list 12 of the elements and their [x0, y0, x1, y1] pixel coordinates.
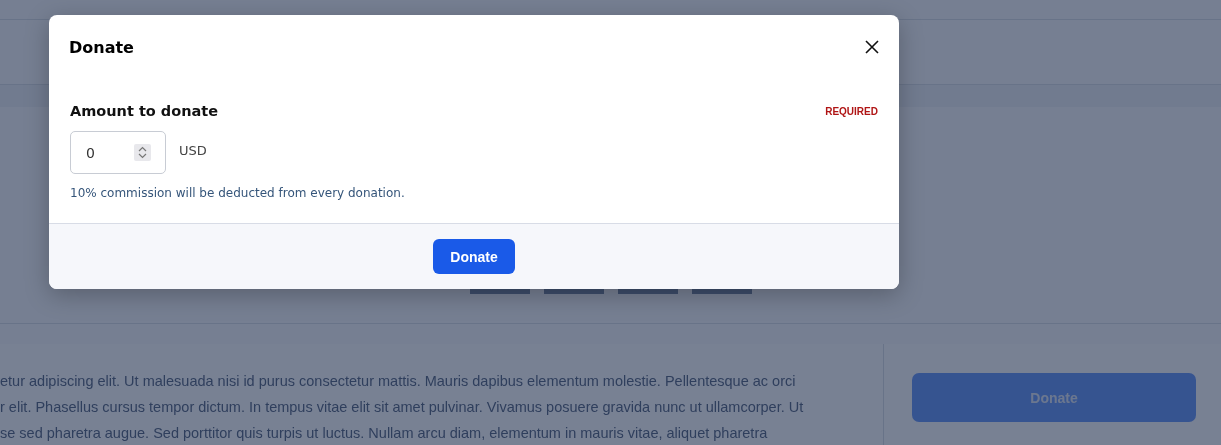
donate-button[interactable]: Donate	[433, 239, 515, 274]
dialog-title: Donate	[69, 37, 134, 57]
spinner-icon[interactable]	[134, 144, 151, 161]
required-label: REQUIRED	[825, 105, 878, 117]
hint-text: 10% commission will be deducted from every donation.	[70, 186, 406, 200]
paragraph-line: se sed pharetra augue. Sed porttitor quis turpis ut luctus. Nullam arcu diam, elementum in mauris vitae, aliquet pharetra	[0, 424, 769, 442]
currency-label: USD	[179, 143, 207, 158]
field-label: Amount to donate	[70, 103, 219, 119]
close-icon[interactable]	[865, 40, 879, 54]
paragraph-line: etur adipiscing elit. Ut malesuada nisi id purus consectetur mattis. Mauris dapibus elementum molestie. Pellentesque ac orci	[0, 372, 797, 390]
paragraph-line: r elit. Phasellus cursus tempor dictum. In tempus vitae elit sit amet pulvinar. Vivamus posuere gravida nunc ut ullamcorper. Ut	[0, 398, 805, 416]
amount-input[interactable]: 0	[70, 131, 166, 174]
